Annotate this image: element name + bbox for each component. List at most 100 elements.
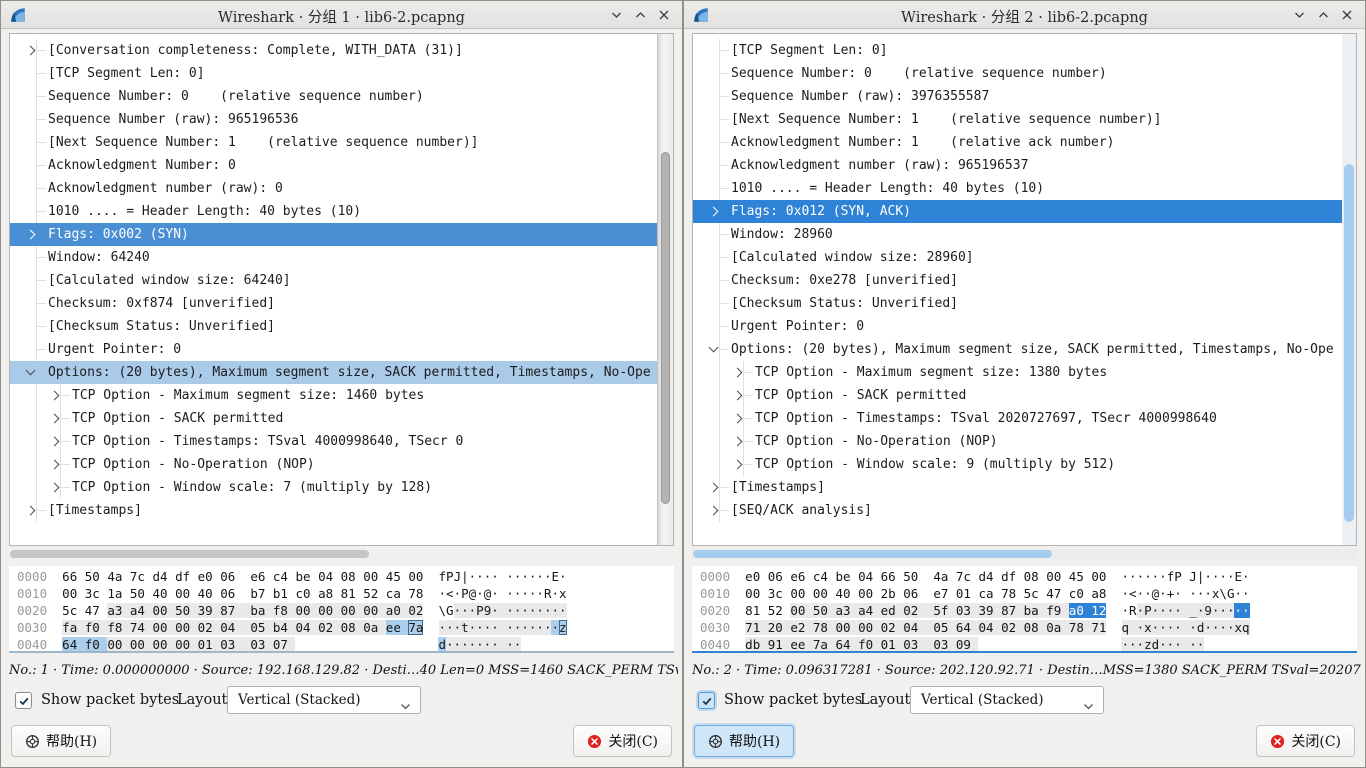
hex-byte[interactable]: 50 <box>85 569 108 584</box>
hex-byte[interactable]: 7a <box>408 620 423 635</box>
hex-byte[interactable]: 4a <box>107 569 130 584</box>
hex-byte[interactable]: 5c <box>62 603 85 618</box>
hex-byte[interactable]: 81 <box>341 586 364 601</box>
hex-ascii-char[interactable]: · <box>536 603 544 618</box>
tree-row[interactable]: [Timestamps] <box>693 476 1342 499</box>
expander-icon[interactable] <box>50 391 60 401</box>
hex-byte[interactable]: 03 <box>250 637 273 652</box>
layout-select[interactable]: Vertical (Stacked) <box>910 686 1104 714</box>
hex-byte[interactable]: 81 <box>745 603 768 618</box>
expander-icon[interactable] <box>26 230 36 240</box>
hex-byte[interactable]: 00 <box>62 586 85 601</box>
hex-ascii-char[interactable]: J <box>454 569 462 584</box>
hex-ascii-char[interactable]: < <box>446 586 454 601</box>
hex-byte[interactable]: e0 <box>745 569 768 584</box>
hex-ascii-char[interactable]: E <box>551 569 559 584</box>
hex-byte[interactable]: 07 <box>273 637 296 652</box>
hex-ascii-char[interactable]: P <box>461 586 469 601</box>
hex-ascii-char[interactable]: · <box>1219 569 1227 584</box>
hex-ascii-char[interactable]: · <box>559 603 567 618</box>
hex-ascii-char[interactable]: · <box>476 569 484 584</box>
hex-ascii-char[interactable]: · <box>551 586 559 601</box>
hex-ascii-char[interactable]: · <box>1174 620 1189 635</box>
titlebar[interactable]: Wireshark · 分组 2 · lib6-2.pcapng <box>684 1 1365 29</box>
hex-ascii-char[interactable]: · <box>506 569 514 584</box>
hex-byte[interactable]: ba <box>1024 603 1047 618</box>
hex-byte[interactable]: e2 <box>790 620 813 635</box>
hex-byte[interactable]: ca <box>386 586 409 601</box>
packet-detail-tree[interactable]: [TCP Segment Len: 0]Sequence Number: 0 (… <box>692 33 1357 546</box>
hex-ascii-char[interactable]: · <box>506 586 514 601</box>
hex-byte[interactable]: 45 <box>386 569 409 584</box>
hex-ascii-char[interactable]: f <box>439 569 447 584</box>
hex-byte[interactable]: 02 <box>318 620 341 635</box>
expander-icon[interactable] <box>733 391 743 401</box>
hex-byte[interactable]: 04 <box>978 620 1001 635</box>
hex-ascii-char[interactable]: \ <box>1219 586 1227 601</box>
hex-byte[interactable]: 40 <box>152 586 175 601</box>
hex-ascii-char[interactable]: · <box>1144 586 1152 601</box>
hex-byte[interactable]: 50 <box>175 603 198 618</box>
hex-ascii-char[interactable]: · <box>476 637 484 652</box>
hex-byte[interactable]: 39 <box>198 603 221 618</box>
tree-row[interactable]: [Calculated window size: 28960] <box>693 246 1342 269</box>
hex-byte[interactable]: a3 <box>107 603 130 618</box>
tree-row[interactable]: [Next Sequence Number: 1 (relative seque… <box>10 131 657 154</box>
hex-ascii-char[interactable]: · <box>1219 620 1227 635</box>
expander-icon[interactable] <box>26 506 36 516</box>
hex-byte[interactable]: b1 <box>273 586 296 601</box>
tree-row[interactable]: [SEQ/ACK analysis] <box>693 499 1342 522</box>
hex-byte[interactable]: 00 <box>295 603 318 618</box>
hex-ascii-char[interactable]: · <box>506 603 514 618</box>
expander-icon[interactable] <box>733 414 743 424</box>
hex-byte[interactable]: 08 <box>341 569 364 584</box>
hex-ascii-char[interactable]: E <box>1234 569 1242 584</box>
hex-ascii-char[interactable]: z <box>559 620 567 635</box>
tree-row[interactable]: [Calculated window size: 64240] <box>10 269 657 292</box>
hex-ascii-char[interactable]: · <box>521 620 529 635</box>
hex-byte[interactable]: 06 <box>768 569 791 584</box>
close-window-button[interactable] <box>652 3 676 27</box>
hex-ascii-char[interactable]: · <box>1159 637 1167 652</box>
close-window-button[interactable] <box>1335 3 1359 27</box>
hex-byte[interactable]: a0 <box>386 603 409 618</box>
hex-byte[interactable]: 01 <box>881 637 904 652</box>
hex-ascii-char[interactable]: · <box>1204 620 1212 635</box>
hex-byte[interactable]: 7a <box>813 637 836 652</box>
hex-byte[interactable]: 05 <box>933 620 956 635</box>
expander-icon[interactable] <box>733 368 743 378</box>
hex-ascii-char[interactable]: P <box>1144 603 1152 618</box>
hex-byte[interactable]: 12 <box>1091 603 1106 618</box>
hex-byte[interactable]: 47 <box>1046 586 1069 601</box>
hex-byte[interactable]: ee <box>790 637 813 652</box>
tree-horizontal-scrollbar[interactable] <box>9 549 674 559</box>
hex-byte[interactable]: 02 <box>903 603 933 618</box>
hex-ascii-char[interactable]: · <box>1137 637 1145 652</box>
hex-ascii-char[interactable]: d <box>1152 637 1160 652</box>
tree-row[interactable]: Urgent Pointer: 0 <box>693 315 1342 338</box>
hex-byte[interactable]: 00 <box>858 620 881 635</box>
hex-byte[interactable]: 64 <box>62 637 85 652</box>
hex-byte[interactable]: f8 <box>107 620 130 635</box>
tree-row[interactable]: [Timestamps] <box>10 499 657 522</box>
hex-byte[interactable]: 00 <box>152 620 175 635</box>
hex-byte[interactable]: 45 <box>1069 569 1092 584</box>
hex-ascii-char[interactable]: · <box>1189 586 1197 601</box>
hex-ascii-char[interactable]: · <box>1122 603 1130 618</box>
hex-byte[interactable]: b7 <box>250 586 273 601</box>
hex-byte[interactable]: e6 <box>790 569 813 584</box>
hex-ascii-char[interactable]: · <box>1137 603 1145 618</box>
hex-ascii-char[interactable]: P <box>446 569 454 584</box>
scrollbar-handle[interactable] <box>693 550 1052 558</box>
hex-ascii-char[interactable]: x <box>1144 620 1152 635</box>
tree-row[interactable]: Acknowledgment Number: 1 (relative ack n… <box>693 131 1342 154</box>
hex-ascii-char[interactable]: · <box>506 620 514 635</box>
hex-byte[interactable]: 04 <box>858 569 881 584</box>
hex-byte[interactable]: ed <box>881 603 904 618</box>
hex-byte[interactable]: 66 <box>62 569 85 584</box>
hex-byte[interactable]: 00 <box>1046 569 1069 584</box>
hex-ascii-char[interactable]: · <box>1121 637 1129 652</box>
hex-byte[interactable]: 7c <box>130 569 153 584</box>
tree-row[interactable]: Window: 64240 <box>10 246 657 269</box>
maximize-button[interactable] <box>628 3 652 27</box>
